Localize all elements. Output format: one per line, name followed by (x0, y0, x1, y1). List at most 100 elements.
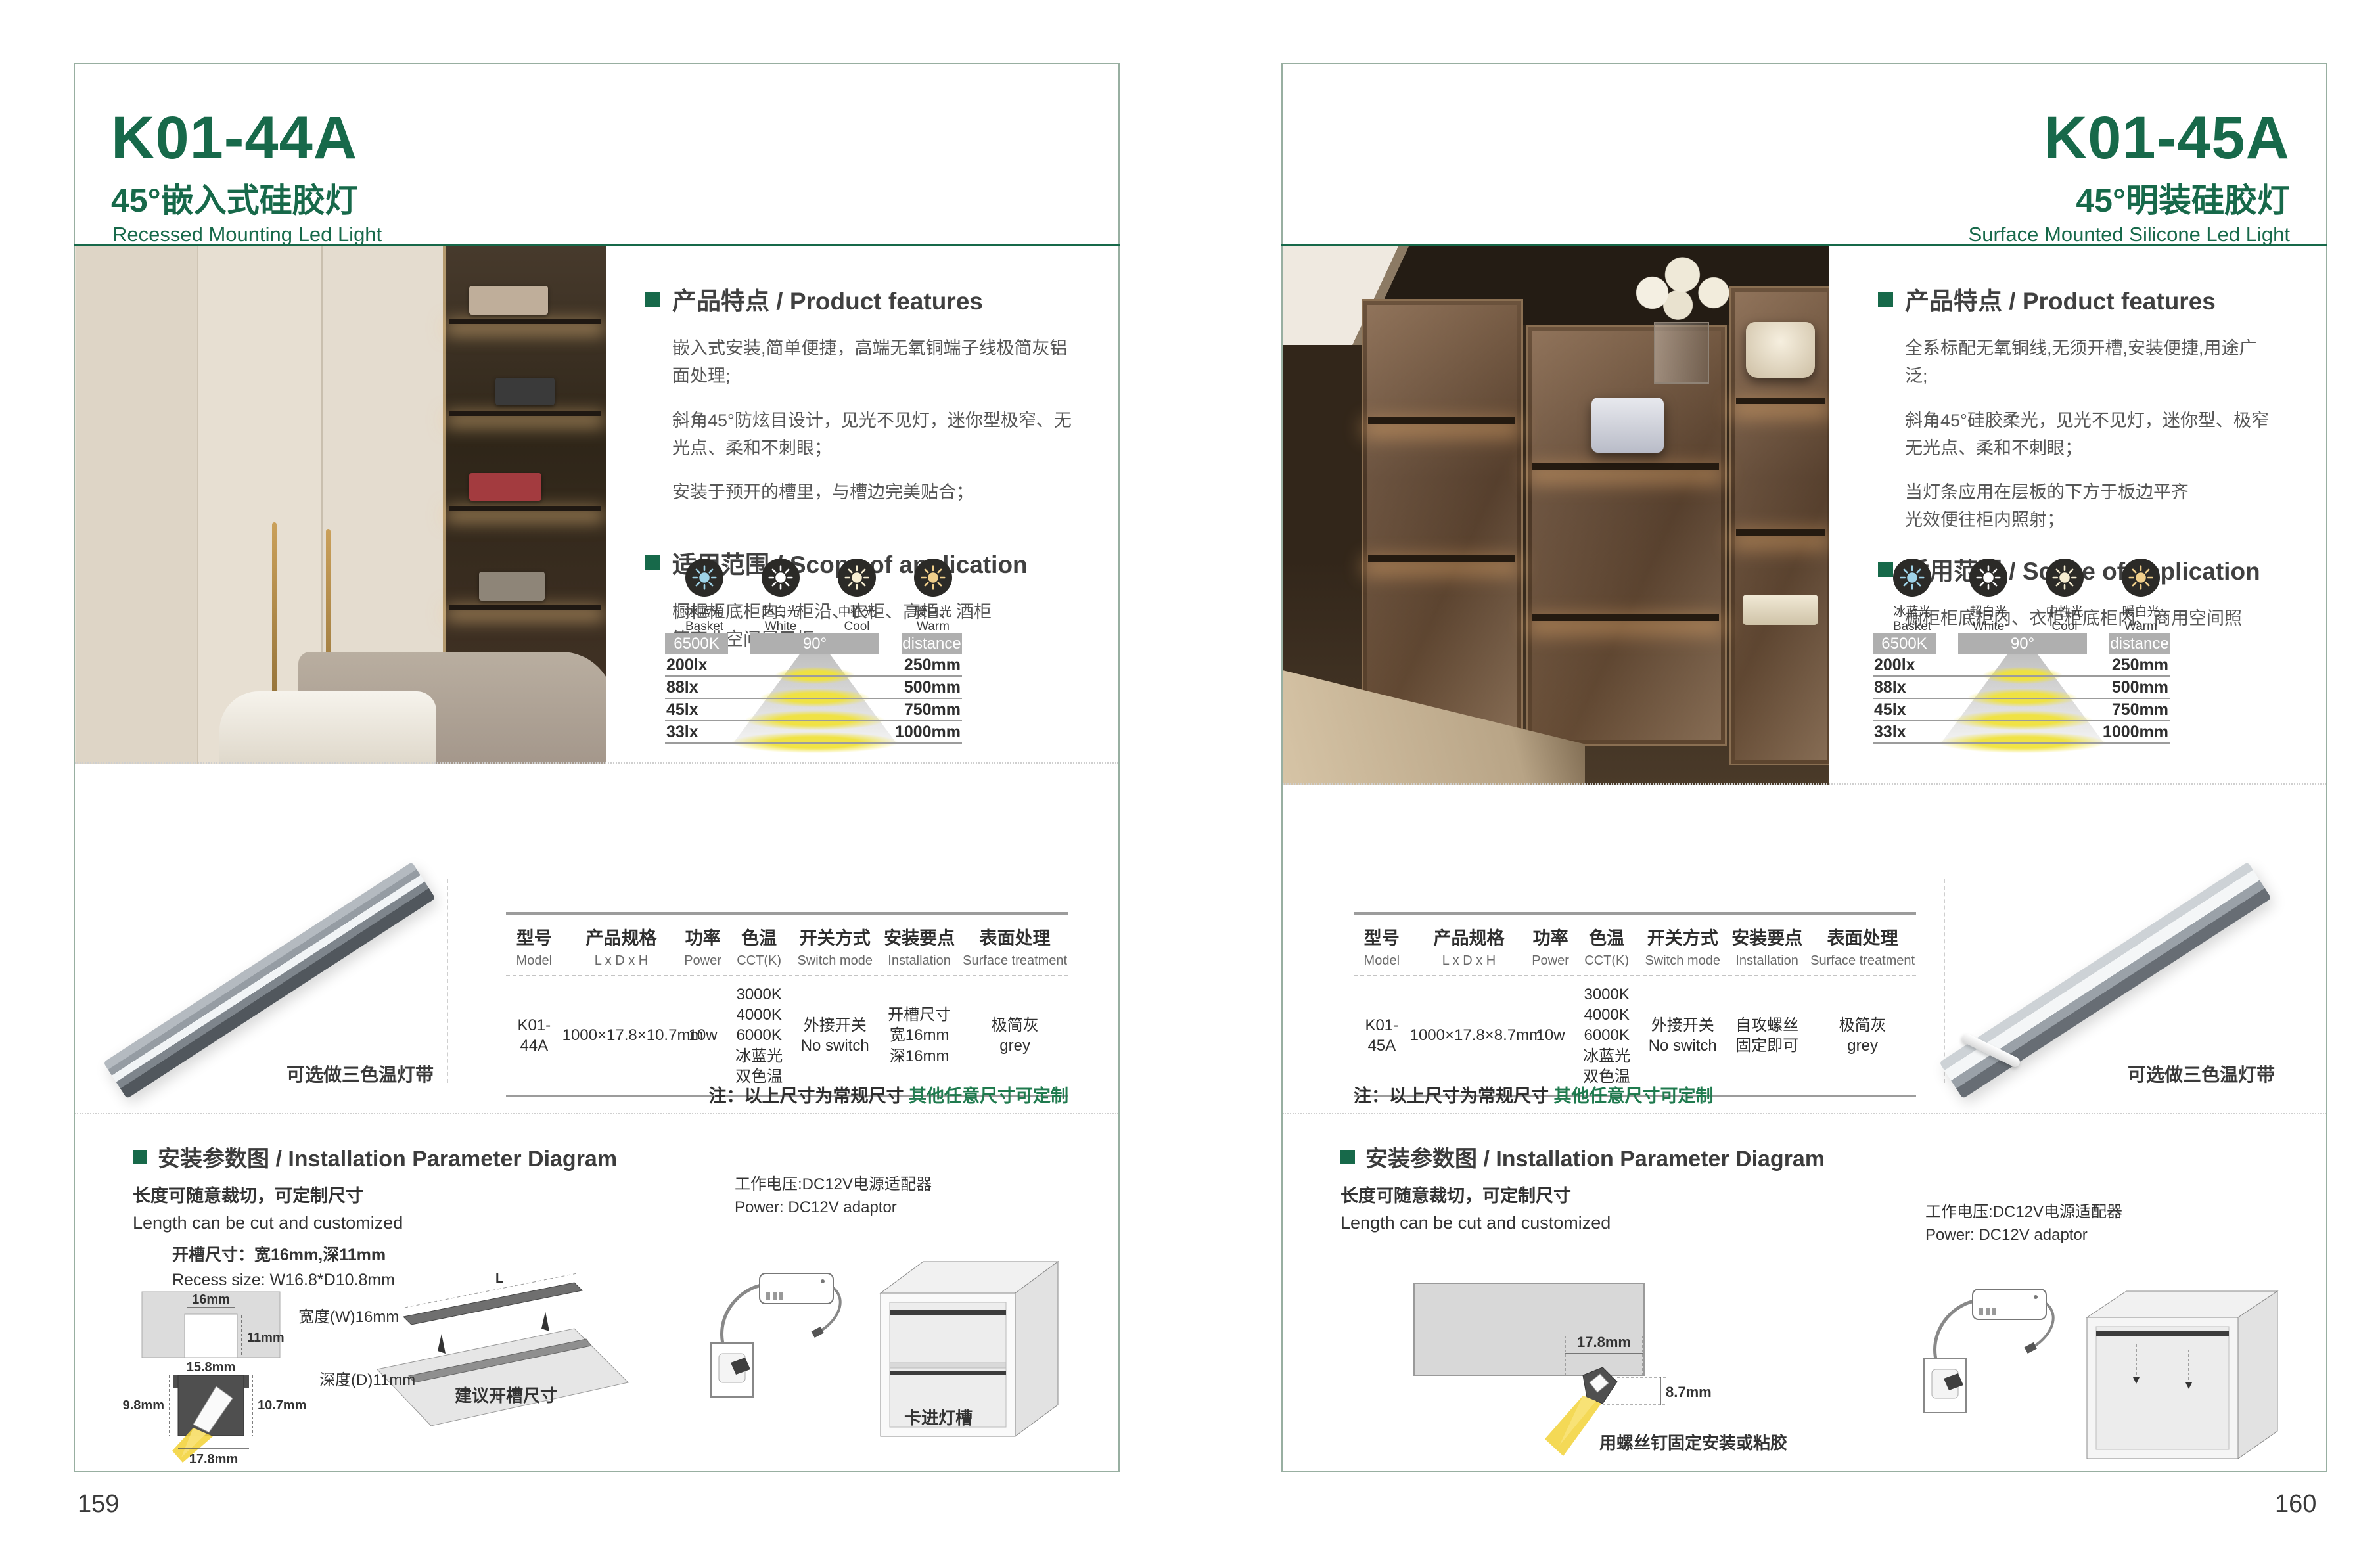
col-install: 安装要点Installation (877, 924, 961, 969)
bed-sheet (219, 691, 436, 764)
col-power: 功率Power (680, 924, 725, 969)
closet-column (1526, 325, 1727, 746)
distance-value: 750mm (2112, 700, 2168, 719)
cell-install: 开槽尺寸 宽16mm 深16mm (877, 1005, 961, 1066)
page-left: K01-44A 45°嵌入式硅胶灯 Recessed Mounting Led … (74, 63, 1120, 1472)
adaptor-plug-diagram (1912, 1260, 2063, 1425)
beam-angle-badge: 90° (750, 633, 879, 654)
legend-label-cn: 中性光 (2034, 602, 2095, 620)
sun-icon (844, 565, 869, 590)
lit-shelf (449, 411, 601, 416)
page-number-left: 159 (78, 1490, 119, 1518)
vertical-dashed-divider (447, 879, 448, 1083)
section-divider (1283, 783, 2326, 785)
page-title: K01-44A (111, 108, 357, 168)
col-surface: 表面处理Surface treatment (961, 924, 1068, 969)
green-square-bullet (133, 1150, 147, 1164)
cell-model: K01-44A (506, 1015, 562, 1056)
lux-value: 45lx (1874, 700, 1906, 719)
installation-heading: 安装参数图 / Installation Parameter Diagram (1340, 1141, 1825, 1173)
feature-item: 嵌入式安装,简单便捷，高端无氧铜端子线极简灰铝面处理; (672, 335, 1076, 390)
distance-value: 500mm (2112, 678, 2168, 697)
features-title: 产品特点 / Product features (1905, 281, 2216, 317)
distance-line (665, 720, 962, 721)
cabinet-diagram (2074, 1281, 2291, 1469)
subtitle-cn: 45°嵌入式硅胶灯 (111, 184, 358, 217)
profile-strip-photo (1963, 869, 2239, 1080)
page-number-right: 160 (2275, 1490, 2316, 1518)
lifestyle-photo-surface (1283, 246, 1829, 785)
lit-shelf (449, 605, 601, 610)
col-model: 型号Model (506, 924, 562, 969)
adaptor-plug-diagram (699, 1244, 850, 1409)
col-switch: 开关方式Switch mode (1641, 924, 1725, 969)
sun-icon (768, 565, 793, 590)
cell-size: 1000×17.8×10.7mm (562, 1025, 681, 1045)
subtitle-en: Recessed Mounting Led Light (112, 224, 382, 244)
table-header-row: 型号Model 产品规格L x D x H 功率Power 色温CCT(K) 开… (506, 915, 1068, 976)
svg-text:10.7mm: 10.7mm (258, 1398, 307, 1413)
svg-text:L: L (495, 1271, 503, 1286)
warm-white-light-icon (914, 559, 952, 597)
section-divider (1283, 1113, 2326, 1114)
legend-label-cn: 中性光 (827, 602, 887, 620)
cabinet-caption: 卡进灯槽 (904, 1405, 973, 1429)
green-square-bullet (645, 292, 660, 307)
legend-label-cn: 暖白光 (2111, 602, 2171, 620)
svg-text:17.8mm: 17.8mm (1577, 1334, 1631, 1350)
ice-blue-light-icon (1893, 559, 1931, 597)
page-title: K01-45A (2044, 108, 2290, 168)
beam-distance-diagram: 6500K 90° distance 200lx 250mm 88lx 500m… (665, 633, 962, 749)
svg-text:8.7mm: 8.7mm (1666, 1384, 1712, 1400)
table-header-row: 型号Model 产品规格L x D x H 功率Power 色温CCT(K) 开… (1354, 915, 1916, 976)
installation-heading: 安装参数图 / Installation Parameter Diagram (133, 1141, 617, 1173)
distance-line (1873, 720, 2170, 721)
lit-shelf (1368, 555, 1515, 562)
size-note: 注：以上尺寸为常规尺寸 其他任意尺寸可定制 (506, 1082, 1068, 1107)
cell-size: 1000×17.8×8.7mm (1410, 1025, 1528, 1045)
distance-value: 750mm (904, 700, 961, 719)
lux-value: 200lx (666, 656, 708, 675)
cell-switch: 外接开关 No switch (793, 1015, 877, 1056)
cell-model: K01-45A (1354, 1015, 1410, 1056)
distance-value: 1000mm (895, 723, 961, 742)
svg-text:15.8mm: 15.8mm (187, 1360, 236, 1375)
sun-icon (2128, 565, 2153, 590)
col-model: 型号Model (1354, 924, 1410, 969)
feature-item: 安装于预开的槽里，与槽边完美贴合； (672, 479, 1076, 507)
shelf-item (469, 473, 541, 501)
feature-item: 斜角45°硅胶柔光，见光不见灯，迷你型、极窄 无光点、柔和不刺眼； (1905, 407, 2272, 463)
cell-install: 自攻螺丝 固定即可 (1725, 1015, 1809, 1056)
distance-line (665, 742, 962, 744)
cell-power: 10w (680, 1025, 725, 1045)
legend-label-en: White (750, 620, 811, 634)
distance-value: 1000mm (2103, 723, 2168, 742)
ice-blue-light-icon (685, 559, 723, 597)
col-cct: 色温CCT(K) (1573, 924, 1641, 969)
cct-badge: 6500K (665, 633, 728, 654)
cell-surface: 极简灰 grey (1809, 1015, 1916, 1056)
white-light-icon (762, 559, 800, 597)
distance-line (1873, 698, 2170, 699)
beam-angle-badge: 90° (1958, 633, 2087, 654)
cell-switch: 外接开关 No switch (1641, 1015, 1725, 1056)
depth-label: 深度(D)11mm (319, 1367, 415, 1390)
features-heading: 产品特点 / Product features (1878, 281, 2272, 317)
spec-table: 型号Model 产品规格L x D x H 功率Power 色温CCT(K) 开… (1354, 912, 1916, 1097)
strip-caption: 可选做三色温灯带 (2128, 1061, 2275, 1087)
table-row: K01-45A 1000×17.8×8.7mm 10w 3000K 4000K … (1354, 976, 1916, 1097)
lit-shelf (449, 319, 601, 324)
cool-white-light-icon (2046, 559, 2084, 597)
lux-value: 88lx (1874, 678, 1906, 697)
distance-line (665, 698, 962, 699)
lux-value: 88lx (666, 678, 698, 697)
distance-line (1873, 742, 2170, 744)
col-power: 功率Power (1528, 924, 1572, 969)
distance-badge: distance (902, 633, 962, 654)
svg-text:17.8mm: 17.8mm (189, 1452, 239, 1467)
satchel-bag (1591, 398, 1664, 453)
lit-shelf (1532, 614, 1719, 621)
col-size: 产品规格L x D x H (562, 924, 681, 969)
glass-vase (1654, 322, 1709, 384)
size-note: 注：以上尺寸为常规尺寸 其他任意尺寸可定制 (1354, 1082, 1714, 1107)
